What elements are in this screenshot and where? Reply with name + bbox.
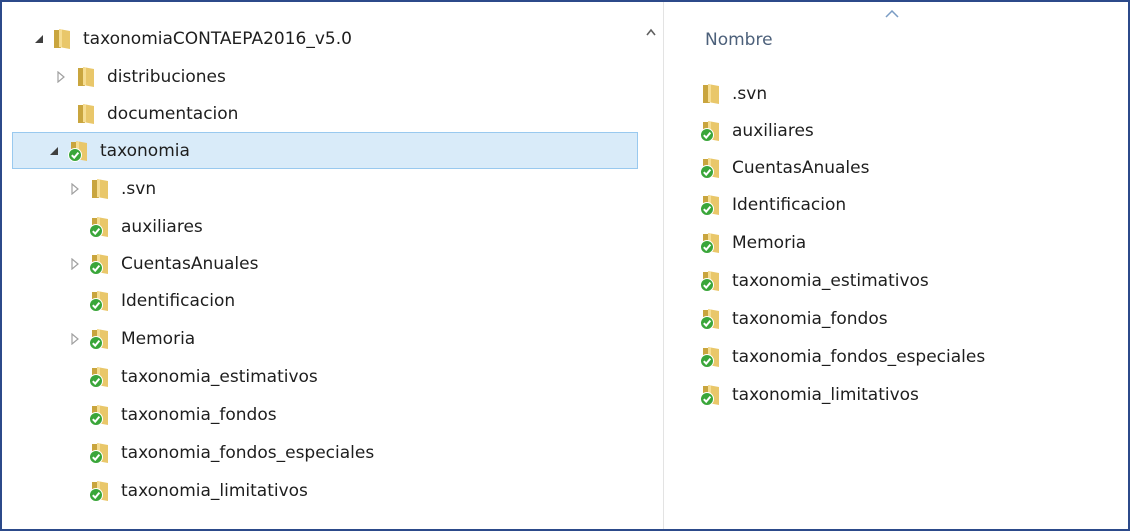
- svn-folder-icon: [699, 119, 723, 143]
- tree-item-label: taxonomia_limitativos: [121, 480, 308, 501]
- svn-folder-icon: [699, 307, 723, 331]
- expander-placeholder: [68, 370, 82, 384]
- tree-item-label: Identificacion: [121, 290, 236, 311]
- file-item-label: taxonomia_limitativos: [732, 384, 919, 405]
- svn-folder-icon: [88, 441, 112, 465]
- file-item-cuentasanuales[interactable]: CuentasAnuales: [699, 149, 869, 186]
- file-item-label: taxonomia_estimativos: [732, 270, 929, 291]
- file-item-label: auxiliares: [732, 120, 814, 141]
- expand-arrow-icon[interactable]: [68, 257, 82, 271]
- folder-icon: [74, 65, 98, 89]
- folder-icon: [88, 177, 112, 201]
- file-item-auxiliares[interactable]: auxiliares: [699, 112, 814, 149]
- tree-item-label: taxonomiaCONTAEPA2016_v5.0: [83, 28, 352, 49]
- navigation-tree[interactable]: taxonomiaCONTAEPA2016_v5.0 distribucione…: [2, 2, 665, 529]
- column-header-name[interactable]: Nombre: [705, 30, 773, 50]
- folder-icon: [50, 27, 74, 51]
- expander-placeholder: [68, 408, 82, 422]
- svn-folder-icon: [88, 365, 112, 389]
- tree-scrollbar[interactable]: [638, 2, 664, 529]
- tree-item-taxonomia-fondos[interactable]: taxonomia_fondos: [2, 396, 638, 433]
- expand-arrow-icon[interactable]: [47, 144, 61, 158]
- file-item-label: Identificacion: [732, 194, 847, 215]
- expander-placeholder: [68, 294, 82, 308]
- file-item-memoria[interactable]: Memoria: [699, 224, 806, 261]
- svn-folder-icon: [699, 156, 723, 180]
- tree-item-label: CuentasAnuales: [121, 253, 259, 274]
- sort-ascending-icon: [885, 10, 899, 18]
- svn-folder-icon: [699, 231, 723, 255]
- tree-item-documentacion[interactable]: documentacion: [2, 95, 638, 132]
- file-item-label: taxonomia_fondos_especiales: [732, 346, 986, 367]
- tree-item-taxonomia-estimativos[interactable]: taxonomia_estimativos: [2, 358, 638, 395]
- file-item-taxonomia-limitativos[interactable]: taxonomia_limitativos: [699, 376, 919, 413]
- file-item-identificacion[interactable]: Identificacion: [699, 186, 846, 223]
- file-item-taxonomia-fondos-especiales[interactable]: taxonomia_fondos_especiales: [699, 338, 985, 375]
- expander-placeholder: [54, 107, 68, 121]
- svn-folder-icon: [88, 403, 112, 427]
- tree-item-label: Memoria: [121, 328, 196, 349]
- tree-item-label: taxonomia: [100, 140, 190, 161]
- tree-item-memoria[interactable]: Memoria: [2, 320, 638, 357]
- expand-arrow-icon[interactable]: [54, 70, 68, 84]
- tree-item-label: documentacion: [107, 103, 239, 124]
- expand-arrow-icon[interactable]: [68, 332, 82, 346]
- svn-folder-icon: [699, 345, 723, 369]
- expand-arrow-icon[interactable]: [32, 32, 46, 46]
- expander-placeholder: [68, 446, 82, 460]
- expander-placeholder: [68, 484, 82, 498]
- tree-item-cuentasanuales[interactable]: CuentasAnuales: [2, 245, 638, 282]
- file-list-pane[interactable]: Nombre .svn auxiliares CuentasAnuales Ident…: [665, 2, 1128, 529]
- tree-item-taxonomia[interactable]: taxonomia: [12, 132, 638, 169]
- scroll-up-icon[interactable]: [646, 28, 656, 36]
- explorer-window: taxonomiaCONTAEPA2016_v5.0 distribucione…: [0, 0, 1130, 531]
- expand-arrow-icon[interactable]: [68, 182, 82, 196]
- file-item-label: Memoria: [732, 232, 807, 253]
- tree-item-taxonomia-fondos-especiales[interactable]: taxonomia_fondos_especiales: [2, 434, 638, 471]
- svn-folder-icon: [88, 289, 112, 313]
- file-item-label: CuentasAnuales: [732, 157, 870, 178]
- tree-item-identificacion[interactable]: Identificacion: [2, 282, 638, 319]
- svn-folder-icon: [67, 139, 91, 163]
- tree-item-label: taxonomia_fondos: [121, 404, 277, 425]
- file-item-label: taxonomia_fondos: [732, 308, 888, 329]
- svn-folder-icon: [88, 252, 112, 276]
- file-item-label: .svn: [732, 83, 768, 104]
- tree-item-label: taxonomia_fondos_especiales: [121, 442, 375, 463]
- file-item-taxonomia-estimativos[interactable]: taxonomia_estimativos: [699, 262, 929, 299]
- svn-folder-icon: [88, 215, 112, 239]
- tree-item-label: taxonomia_estimativos: [121, 366, 318, 387]
- tree-item-label: auxiliares: [121, 216, 203, 237]
- tree-item-auxiliares[interactable]: auxiliares: [2, 208, 638, 245]
- svn-folder-icon: [699, 269, 723, 293]
- tree-item-taxonomia-limitativos[interactable]: taxonomia_limitativos: [2, 472, 638, 509]
- file-item-svn[interactable]: .svn: [699, 75, 767, 112]
- tree-item-distribuciones[interactable]: distribuciones: [2, 58, 638, 95]
- tree-item-svn[interactable]: .svn: [2, 170, 638, 207]
- expander-placeholder: [68, 220, 82, 234]
- tree-item-label: .svn: [121, 178, 157, 199]
- folder-icon: [699, 82, 723, 106]
- svn-folder-icon: [88, 327, 112, 351]
- svn-folder-icon: [699, 383, 723, 407]
- folder-icon: [74, 102, 98, 126]
- svn-folder-icon: [699, 193, 723, 217]
- svn-folder-icon: [88, 479, 112, 503]
- tree-item-root[interactable]: taxonomiaCONTAEPA2016_v5.0: [2, 20, 638, 57]
- tree-item-label: distribuciones: [107, 66, 226, 87]
- file-item-taxonomia-fondos[interactable]: taxonomia_fondos: [699, 300, 888, 337]
